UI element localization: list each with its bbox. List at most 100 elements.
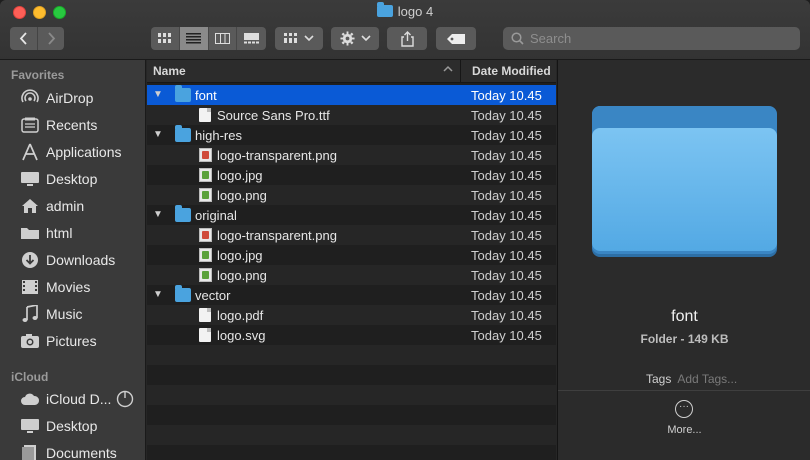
list-item[interactable]: logo.png Today 10.45 <box>147 265 556 285</box>
forward-button[interactable] <box>37 27 64 50</box>
more-button[interactable]: More... <box>558 424 810 436</box>
sidebar-item-downloads[interactable]: Downloads <box>0 248 145 272</box>
list-item[interactable]: logo-transparent.png Today 10.45 <box>147 145 556 165</box>
list-item[interactable]: logo.svg Today 10.45 <box>147 325 556 345</box>
group-by-button[interactable] <box>275 27 323 50</box>
music-icon <box>19 305 41 323</box>
sort-ascending-icon <box>443 63 453 75</box>
list-item[interactable]: logo.jpg Today 10.45 <box>147 245 556 265</box>
list-item[interactable]: Source Sans Pro.ttf Today 10.45 <box>147 105 556 125</box>
sidebar-item-music[interactable]: Music <box>0 302 145 326</box>
column-header-name[interactable]: Name <box>153 64 186 78</box>
date-modified: Today 10.45 <box>471 88 542 103</box>
sidebar-item-desktop[interactable]: Desktop <box>0 167 145 191</box>
preview-name: font <box>671 308 698 325</box>
sidebar-item-icloud-desktop[interactable]: Desktop <box>0 414 145 438</box>
list-item[interactable]: logo.jpg Today 10.45 <box>147 165 556 185</box>
file-rows: ▼ font Today 10.45 Source Sans Pro.ttf T… <box>147 85 556 460</box>
disclosure-triangle-icon[interactable]: ▼ <box>153 129 163 140</box>
file-name: logo.jpg <box>217 248 263 263</box>
folder-icon <box>175 85 191 102</box>
list-icon <box>186 33 202 44</box>
empty-row <box>147 405 556 425</box>
preview-pane: font Folder - 149 KB Tags Add Tags... ···… <box>557 60 810 460</box>
list-item[interactable]: logo.pdf Today 10.45 <box>147 305 556 325</box>
image-file-icon <box>199 268 212 282</box>
image-file-icon <box>199 188 212 202</box>
window-title: logo 4 <box>0 2 810 19</box>
folder-icon <box>376 2 393 17</box>
disclosure-triangle-icon[interactable]: ▼ <box>153 209 163 220</box>
sidebar-item-movies[interactable]: Movies <box>0 275 145 299</box>
search-input[interactable] <box>530 31 790 46</box>
action-menu-button[interactable] <box>331 27 379 50</box>
image-file-icon <box>199 148 212 162</box>
disclosure-triangle-icon[interactable]: ▼ <box>153 289 163 300</box>
recents-icon <box>19 116 41 134</box>
file-name: logo.jpg <box>217 168 263 183</box>
share-button[interactable] <box>387 27 427 50</box>
movies-icon <box>19 278 41 296</box>
sidebar: Favorites AirDrop Recents Applications D… <box>0 60 146 460</box>
desktop-icon <box>19 417 41 435</box>
list-item[interactable]: ▼ vector Today 10.45 <box>147 285 556 305</box>
chevron-right-icon <box>47 32 55 45</box>
document-icon <box>199 328 211 342</box>
tags-button[interactable] <box>436 27 476 50</box>
home-icon <box>19 197 41 215</box>
folder-icon <box>175 125 191 142</box>
list-header: Name Date Modified <box>147 60 556 83</box>
search-field[interactable] <box>503 27 800 50</box>
file-name: logo.svg <box>217 328 266 343</box>
sidebar-item-icloud-documents[interactable]: Documents <box>0 441 145 460</box>
list-item[interactable]: logo-transparent.png Today 10.45 <box>147 225 556 245</box>
file-name: logo-transparent.png <box>217 228 337 243</box>
list-item[interactable]: ▼ high-res Today 10.45 <box>147 125 556 145</box>
sidebar-item-icloud-drive[interactable]: iCloud D... <box>0 387 145 411</box>
gallery-view-button[interactable] <box>237 27 266 50</box>
airdrop-icon <box>19 89 41 107</box>
list-item[interactable]: ▼ original Today 10.45 <box>147 205 556 225</box>
applications-icon <box>19 143 41 161</box>
navigation-buttons <box>10 27 64 50</box>
tag-icon <box>447 33 465 44</box>
sidebar-item-recents[interactable]: Recents <box>0 113 145 137</box>
gear-icon <box>339 31 355 46</box>
grid-icon <box>157 33 171 43</box>
document-icon <box>199 108 211 122</box>
sidebar-section-favorites: Favorites <box>11 68 65 82</box>
add-tags-field[interactable]: Add Tags... <box>677 372 737 386</box>
view-mode-buttons <box>151 27 266 50</box>
file-name: high-res <box>195 128 242 143</box>
finder-window: logo 4 Search Favorites AirDrop Recents … <box>0 0 810 460</box>
sidebar-section-icloud: iCloud <box>11 370 49 384</box>
date-modified: Today 10.45 <box>471 108 542 123</box>
documents-icon <box>19 444 41 460</box>
sidebar-item-html[interactable]: html <box>0 221 145 245</box>
large-folder-icon <box>592 106 777 256</box>
search-icon <box>511 32 524 45</box>
column-header-date-modified[interactable]: Date Modified <box>472 64 551 78</box>
sidebar-item-airdrop[interactable]: AirDrop <box>0 86 145 110</box>
back-button[interactable] <box>10 27 37 50</box>
column-divider[interactable] <box>460 60 461 83</box>
more-icon[interactable]: ··· <box>675 400 693 418</box>
chevron-left-icon <box>19 32 27 45</box>
preview-tags: Tags Add Tags... <box>646 372 737 386</box>
cloud-icon <box>19 390 41 408</box>
folder-icon <box>175 285 191 302</box>
sidebar-item-applications[interactable]: Applications <box>0 140 145 164</box>
sidebar-item-pictures[interactable]: Pictures <box>0 329 145 353</box>
icon-view-button[interactable] <box>151 27 180 50</box>
date-modified: Today 10.45 <box>471 228 542 243</box>
image-file-icon <box>199 168 212 182</box>
list-view-button[interactable] <box>179 27 209 50</box>
file-name: logo-transparent.png <box>217 148 337 163</box>
disclosure-triangle-icon[interactable]: ▼ <box>153 89 163 100</box>
list-item[interactable]: ▼ font Today 10.45 <box>147 85 556 105</box>
column-view-button[interactable] <box>209 27 238 50</box>
sidebar-item-admin[interactable]: admin <box>0 194 145 218</box>
list-item[interactable]: logo.png Today 10.45 <box>147 185 556 205</box>
file-name: Source Sans Pro.ttf <box>217 108 330 123</box>
date-modified: Today 10.45 <box>471 208 542 223</box>
